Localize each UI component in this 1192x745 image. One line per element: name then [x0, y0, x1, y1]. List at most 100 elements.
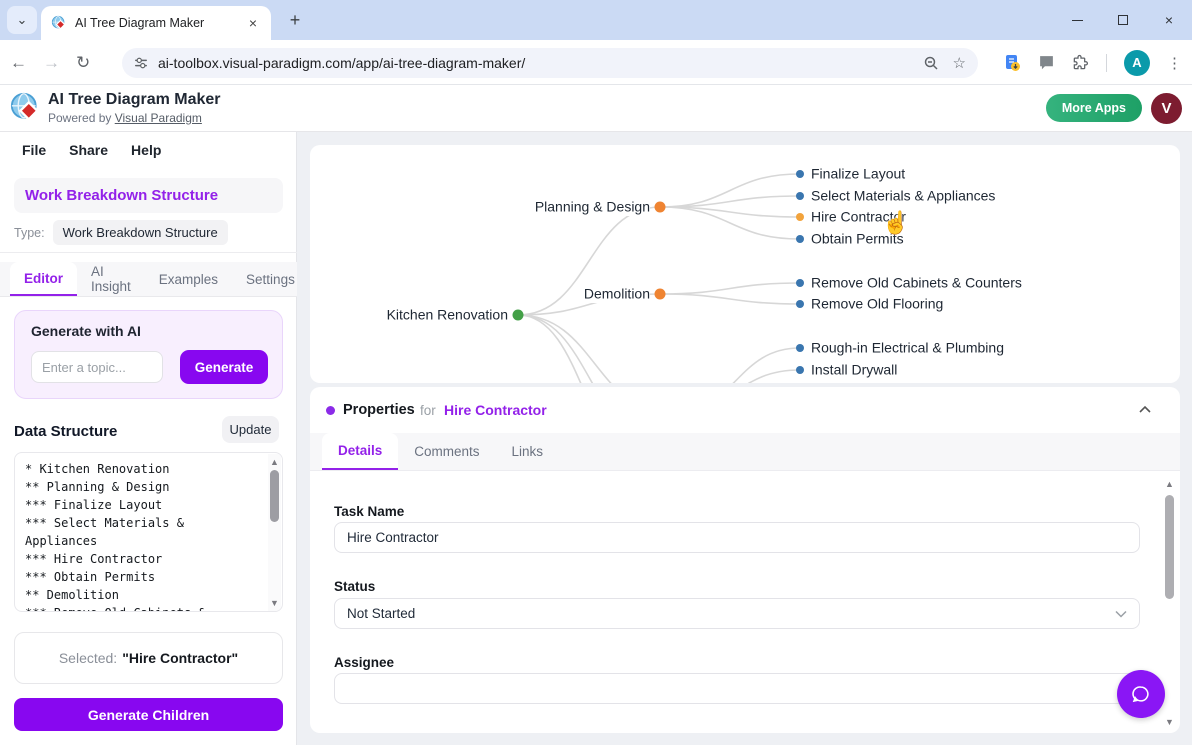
- browser-menu-icon[interactable]: ⋮: [1167, 54, 1182, 72]
- app-logo: [10, 92, 43, 125]
- selected-value: "Hire Contractor": [122, 650, 238, 666]
- tab-links[interactable]: Links: [496, 433, 560, 470]
- powered-by: Powered by Visual Paradigm: [48, 111, 202, 125]
- browser-toolbar: ← → ↻ ai-toolbox.visual-paradigm.com/app…: [0, 40, 1192, 85]
- user-avatar[interactable]: V: [1151, 93, 1182, 124]
- properties-title: Properties: [343, 402, 415, 418]
- new-tab-button[interactable]: +: [283, 8, 307, 32]
- maximize-button[interactable]: [1100, 0, 1146, 40]
- maximize-icon: [1118, 15, 1128, 25]
- tab-editor[interactable]: Editor: [10, 262, 77, 296]
- svg-text:Rough-in Electrical & Plumbing: Rough-in Electrical & Plumbing: [811, 340, 1004, 356]
- docs-extension-icon[interactable]: [1003, 54, 1021, 72]
- type-row: Type: Work Breakdown Structure: [14, 220, 228, 245]
- browser-profile-avatar[interactable]: A: [1124, 50, 1150, 76]
- reload-button[interactable]: ↻: [76, 53, 90, 73]
- chat-bubble-icon: [1130, 683, 1152, 705]
- svg-text:Planning & Design: Planning & Design: [535, 199, 650, 215]
- favicon-visual-paradigm: [51, 15, 67, 31]
- forward-button[interactable]: →: [43, 53, 60, 73]
- chevron-down-icon: [1115, 610, 1127, 618]
- status-label: Status: [334, 579, 375, 594]
- status-value: Not Started: [347, 606, 415, 621]
- selected-node-box: Selected: "Hire Contractor": [14, 632, 283, 684]
- generate-with-ai-panel: Generate with AI Generate: [14, 310, 283, 399]
- chevron-down-icon: ⌄: [17, 12, 28, 28]
- tab-examples[interactable]: Examples: [145, 262, 232, 296]
- data-structure-editor[interactable]: * Kitchen Renovation ** Planning & Desig…: [14, 452, 283, 612]
- svg-text:Kitchen Renovation: Kitchen Renovation: [387, 307, 508, 323]
- topic-input[interactable]: [31, 351, 163, 383]
- zoom-out-icon[interactable]: [923, 55, 939, 71]
- back-button[interactable]: ←: [10, 53, 27, 73]
- app-header: AI Tree Diagram Maker Powered by Visual …: [0, 85, 1192, 132]
- mouse-cursor-hand-icon: ☝: [882, 210, 909, 236]
- visual-paradigm-link[interactable]: Visual Paradigm: [115, 111, 202, 125]
- properties-header: Properties for Hire Contractor: [310, 387, 1180, 431]
- extensions-puzzle-icon[interactable]: [1072, 54, 1089, 71]
- menu-file[interactable]: File: [22, 142, 46, 158]
- selected-label: Selected:: [59, 650, 117, 666]
- assignee-label: Assignee: [334, 655, 394, 670]
- scrollbar-thumb[interactable]: [1165, 495, 1174, 599]
- tab-details[interactable]: Details: [322, 433, 398, 470]
- svg-text:Demolition: Demolition: [584, 286, 650, 302]
- address-bar[interactable]: ai-toolbox.visual-paradigm.com/app/ai-tr…: [122, 48, 978, 78]
- divider: [0, 252, 297, 253]
- more-apps-button[interactable]: More Apps: [1046, 94, 1142, 122]
- properties-for-label: for: [420, 403, 436, 418]
- scroll-up-icon[interactable]: ▲: [1165, 479, 1174, 489]
- tab-comments[interactable]: Comments: [398, 433, 495, 470]
- svg-text:Install Drywall: Install Drywall: [811, 362, 897, 378]
- close-window-button[interactable]: ×: [1146, 0, 1192, 40]
- status-select[interactable]: Not Started: [334, 598, 1140, 629]
- window-controls: ×: [1054, 0, 1192, 40]
- assignee-input[interactable]: [334, 673, 1140, 704]
- tab-search-button[interactable]: ⌄: [7, 6, 37, 34]
- scroll-up-icon[interactable]: ▲: [270, 458, 279, 467]
- tab-close-icon[interactable]: ×: [245, 15, 261, 31]
- comment-icon[interactable]: [1038, 54, 1055, 71]
- type-label: Type:: [14, 226, 45, 240]
- browser-tabstrip: ⌄ AI Tree Diagram Maker × + ×: [0, 0, 1192, 40]
- generate-children-button[interactable]: Generate Children: [14, 698, 283, 731]
- tab-title: AI Tree Diagram Maker: [75, 16, 237, 30]
- menu-help[interactable]: Help: [131, 142, 161, 158]
- menu-share[interactable]: Share: [69, 142, 108, 158]
- properties-scrollbar[interactable]: ▲ ▼: [1163, 477, 1176, 729]
- toolbar-divider: [1106, 54, 1107, 72]
- app-menu: File Share Help: [22, 142, 161, 158]
- app-title: AI Tree Diagram Maker: [48, 91, 221, 109]
- task-name-input[interactable]: [334, 522, 1140, 553]
- minimize-icon: [1072, 20, 1083, 21]
- data-structure-scrollbar[interactable]: ▲ ▼: [268, 454, 281, 612]
- document-title[interactable]: Work Breakdown Structure: [14, 178, 283, 213]
- bullet-dot-icon: [326, 406, 335, 415]
- properties-panel: Properties for Hire Contractor Details C…: [310, 387, 1180, 733]
- minimize-button[interactable]: [1054, 0, 1100, 40]
- collapse-chevron-up-icon[interactable]: [1138, 404, 1152, 414]
- url-text[interactable]: ai-toolbox.visual-paradigm.com/app/ai-tr…: [158, 55, 913, 71]
- update-button[interactable]: Update: [222, 416, 279, 443]
- properties-tabs: Details Comments Links: [310, 433, 1180, 471]
- scroll-down-icon[interactable]: ▼: [270, 599, 279, 608]
- svg-text:Select Materials & Appliances: Select Materials & Appliances: [811, 188, 995, 204]
- sidebar-tabs: Editor AI Insight Examples Settings: [0, 262, 297, 297]
- tab-ai-insight[interactable]: AI Insight: [77, 262, 145, 296]
- properties-target: Hire Contractor: [444, 402, 547, 418]
- generate-button[interactable]: Generate: [180, 350, 268, 384]
- scroll-down-icon[interactable]: ▼: [1165, 717, 1174, 727]
- svg-text:Remove Old Cabinets & Counters: Remove Old Cabinets & Counters: [811, 275, 1022, 291]
- site-settings-icon[interactable]: [134, 56, 148, 70]
- tree-svg: Kitchen Renovation Planning & Design Demol…: [310, 145, 1180, 383]
- sidebar: File Share Help Work Breakdown Structure…: [0, 132, 297, 745]
- scrollbar-thumb[interactable]: [270, 470, 279, 522]
- data-structure-text[interactable]: * Kitchen Renovation ** Planning & Desig…: [15, 453, 267, 612]
- chat-fab-button[interactable]: [1117, 670, 1165, 718]
- diagram-canvas[interactable]: Kitchen Renovation Planning & Design Demol…: [310, 145, 1180, 383]
- task-name-label: Task Name: [334, 504, 404, 519]
- browser-tab[interactable]: AI Tree Diagram Maker ×: [41, 6, 271, 40]
- data-structure-title: Data Structure: [14, 423, 117, 440]
- svg-text:Finalize Layout: Finalize Layout: [811, 166, 905, 182]
- bookmark-star-icon[interactable]: ☆: [953, 54, 966, 72]
